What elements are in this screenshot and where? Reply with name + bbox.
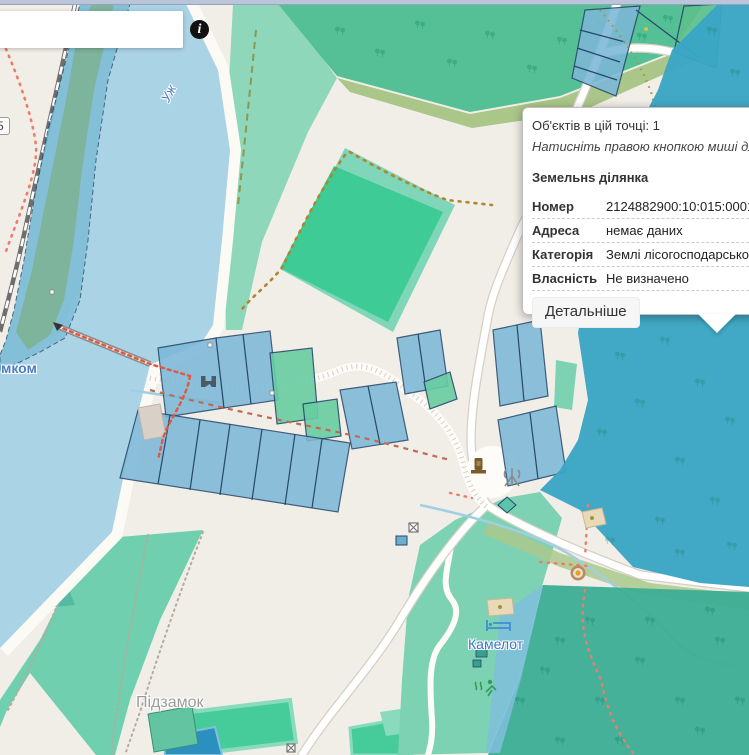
poi-label-kamelot: Камелот [468,636,523,652]
row-value: Не визначено [606,271,689,286]
popup-row-address: Адреса немає даних [532,219,749,243]
row-value: Землі лісогосподарського [606,247,749,262]
building-green [148,706,198,752]
popup-row-ownership: Власність Не визначено [532,267,749,291]
info-icon: i [190,20,209,39]
popup-row-category: Категорія Землі лісогосподарського [532,243,749,267]
road-shield: 5 [0,117,10,135]
row-label: Адреса [532,223,606,238]
popup-tail [698,314,736,333]
row-value: 2124882900:10:015:0001 [606,199,749,214]
details-button[interactable]: Детальніше [532,297,640,328]
row-label: Номер [532,199,606,214]
object-info-popup: Об'єктів в цій точці: 1 Натисніть правою… [522,107,749,315]
popup-section-title: Земельнs ділянка [532,170,749,185]
map-application: i 5 Уж мком Підзамок Камелот Об'єктів в … [0,0,749,755]
row-label: Власність [532,271,606,286]
search-input[interactable] [4,15,184,45]
popup-hint: Натисніть правою кнопкою миші для о [532,139,749,154]
street-label: мком [1,360,37,376]
row-label: Категорія [532,247,606,262]
browser-edge-strip [0,0,749,5]
row-value: немає даних [606,223,683,238]
info-button[interactable]: i [184,13,215,47]
search-bar[interactable]: i [0,11,183,48]
suburb-label: Підзамок [136,694,204,712]
popup-objects-count: Об'єктів в цій точці: 1 [532,118,749,133]
water-tower-icon [571,566,586,581]
popup-row-number: Номер 2124882900:10:015:0001 [532,195,749,219]
